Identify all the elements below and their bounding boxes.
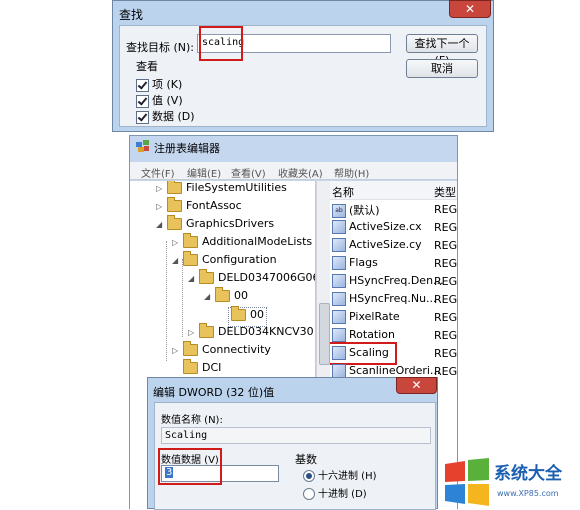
dword-value-icon: [332, 364, 346, 378]
option-keys[interactable]: 项 (K): [136, 76, 182, 92]
registry-editor-title: 注册表编辑器: [154, 142, 220, 155]
find-what-label: 查找目标 (N):: [126, 41, 195, 54]
find-next-button[interactable]: 查找下一个 (F): [406, 34, 478, 67]
base-label: 基数: [295, 453, 317, 466]
find-dialog-body: 查找目标 (N): scaling 查找下一个 (F) 取消 查看 项 (K) …: [119, 25, 487, 127]
close-button[interactable]: ✕: [449, 0, 491, 18]
menu-file[interactable]: 文件(F): [141, 165, 175, 180]
tree-item[interactable]: ◢ Configuration: [172, 251, 277, 271]
folder-icon: [167, 197, 182, 212]
menu-view[interactable]: 查看(V): [231, 165, 266, 180]
value-row[interactable]: ActiveSize.cy REG: [330, 236, 457, 254]
list-header: 名称 类型: [330, 181, 457, 200]
column-type-header[interactable]: 类型: [434, 184, 456, 200]
value-name-field: Scaling: [161, 427, 431, 444]
tree-item-selected[interactable]: 00: [228, 306, 267, 327]
tree-item[interactable]: ▷ AdditionalModeLists: [172, 233, 312, 253]
folder-icon: [183, 233, 198, 248]
edit-dword-title: 编辑 DWORD (32 位)值: [153, 386, 275, 399]
dword-value-icon: [332, 310, 346, 324]
dword-value-icon: [332, 238, 346, 252]
option-keys-label: 项 (K): [152, 78, 183, 91]
registry-editor-icon: [136, 140, 149, 152]
radio-button-selected[interactable]: [303, 470, 315, 482]
folder-icon: [199, 269, 214, 284]
option-values-label: 值 (V): [152, 94, 183, 107]
edit-dword-body: 数值名称 (N): Scaling 数值数据 (V): 3 基数 十六进制 (H…: [154, 402, 436, 510]
tree-item[interactable]: ▷ FileSystemUtilities: [156, 181, 287, 199]
menu-help[interactable]: 帮助(H): [334, 165, 369, 180]
dword-value-icon: [332, 328, 346, 342]
radio-button[interactable]: [303, 488, 315, 500]
find-dialog: 查找 ✕ 查找目标 (N): scaling 查找下一个 (F) 取消 查看 项…: [112, 0, 494, 132]
folder-icon: [231, 306, 246, 321]
find-dialog-title: 查找: [119, 8, 144, 22]
value-row[interactable]: HSyncFreq.Nu... REG: [330, 290, 457, 308]
close-button[interactable]: ✕: [396, 377, 437, 394]
folder-icon: [167, 215, 182, 230]
value-data-highlight: [158, 448, 222, 485]
cancel-button[interactable]: 取消: [406, 59, 478, 78]
value-row[interactable]: HSyncFreq.Den... REG: [330, 272, 457, 290]
string-value-icon: ab: [332, 204, 346, 218]
folder-icon: [183, 251, 198, 266]
watermark-text: 系统大全: [494, 464, 562, 484]
value-row[interactable]: PixelRate REG: [330, 308, 457, 326]
tree-item[interactable]: ◢ DELD0347006G06: [188, 269, 315, 289]
watermark-url: www.XP85.com: [497, 489, 559, 498]
folder-icon: [215, 287, 230, 302]
checkbox-keys[interactable]: [136, 78, 149, 92]
dword-value-icon: [332, 292, 346, 306]
value-row[interactable]: ActiveSize.cx REG: [330, 218, 457, 236]
folder-icon: [199, 323, 214, 338]
folder-icon: [183, 359, 198, 374]
menu-favorites[interactable]: 收藏夹(A): [278, 165, 323, 180]
folder-icon: [183, 341, 198, 356]
checkbox-values[interactable]: [136, 94, 149, 108]
option-values[interactable]: 值 (V): [136, 92, 183, 108]
edit-dword-dialog: 编辑 DWORD (32 位)值 ✕ 数值名称 (N): Scaling 数值数…: [147, 377, 438, 510]
column-name-header[interactable]: 名称: [332, 184, 354, 200]
menu-bar: 文件(F) 编辑(E) 查看(V) 收藏夹(A) 帮助(H): [130, 162, 457, 180]
value-name: Scaling: [165, 430, 208, 441]
dword-value-icon: [332, 220, 346, 234]
menu-edit[interactable]: 编辑(E): [187, 165, 221, 180]
look-at-label: 查看: [136, 60, 158, 73]
tree-item[interactable]: ◢ GraphicsDrivers: [156, 215, 274, 235]
radio-decimal[interactable]: 十进制 (D): [303, 485, 367, 500]
windows-logo-icon: [445, 458, 489, 506]
search-term-highlight: [199, 26, 243, 61]
checkbox-data[interactable]: [136, 110, 149, 124]
scrollbar-thumb[interactable]: [319, 303, 330, 365]
dword-value-icon: [332, 256, 346, 270]
value-name-label: 数值名称 (N):: [161, 415, 223, 426]
tree-item[interactable]: ◢ 00: [204, 287, 248, 307]
value-row[interactable]: Flags REG: [330, 254, 457, 272]
tree-item[interactable]: ▷ DELD034KNCV30!: [188, 323, 315, 343]
radio-hex[interactable]: 十六进制 (H): [303, 467, 377, 482]
value-row[interactable]: ab (默认) REG: [330, 200, 457, 218]
dword-value-icon: [332, 274, 346, 288]
option-data[interactable]: 数据 (D): [136, 108, 195, 124]
folder-icon: [167, 181, 182, 194]
option-data-label: 数据 (D): [152, 110, 195, 123]
